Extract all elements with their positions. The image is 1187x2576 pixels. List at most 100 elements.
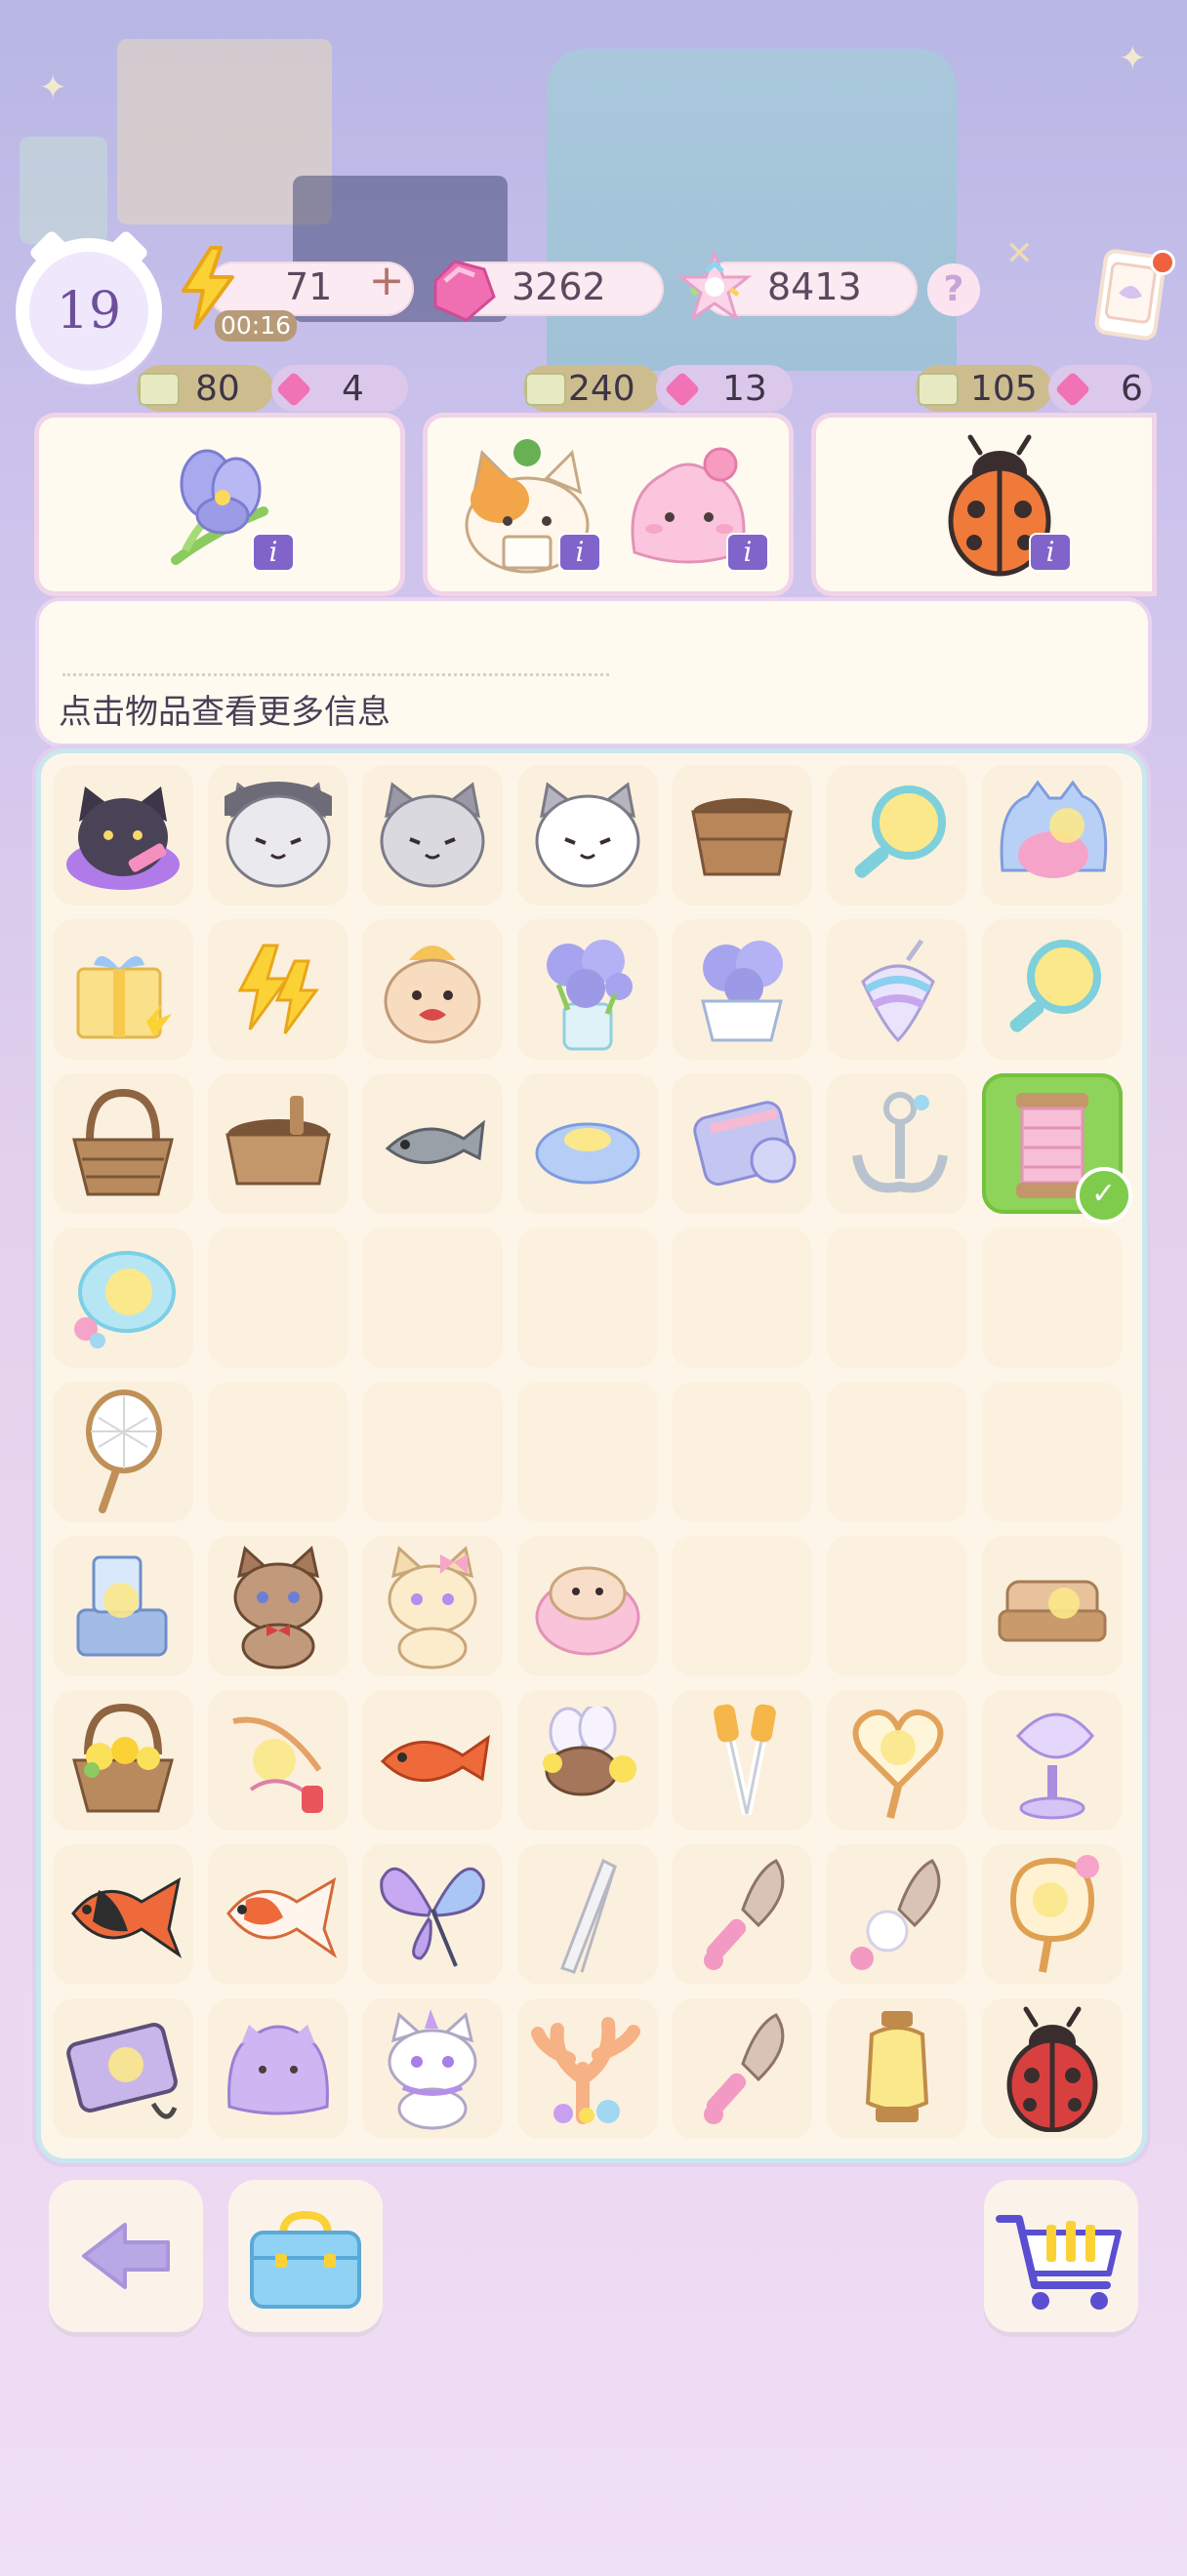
board-cell[interactable] — [207, 1536, 348, 1676]
board-cell-empty[interactable] — [516, 1382, 658, 1522]
pink-mochi-icon — [529, 1552, 646, 1660]
gem-icon — [433, 260, 496, 322]
iris-vase-icon — [529, 926, 646, 1053]
board-cell[interactable] — [53, 1382, 193, 1522]
info-icon[interactable]: i — [558, 533, 601, 572]
board-cell[interactable] — [362, 1844, 504, 1985]
board-cell[interactable] — [516, 1844, 658, 1985]
order-card[interactable]: i — [816, 418, 1152, 591]
shop-button[interactable] — [984, 2180, 1138, 2332]
back-arrow-icon — [82, 2223, 170, 2289]
board-cell[interactable] — [362, 765, 504, 906]
gray-fish-icon — [374, 1100, 491, 1187]
board-cell[interactable] — [53, 1844, 193, 1985]
board-cell[interactable] — [516, 765, 658, 906]
board-cell[interactable] — [516, 919, 658, 1060]
board-cell[interactable] — [981, 1690, 1123, 1831]
board-cell[interactable] — [207, 919, 348, 1060]
magnifier-glowing-icon — [994, 936, 1111, 1043]
board-cell[interactable] — [53, 1536, 193, 1676]
cream-cat-bow-icon — [374, 1543, 491, 1670]
info-icon[interactable]: i — [726, 533, 769, 572]
fishing-rod-icon — [220, 1702, 337, 1819]
board-cell[interactable] — [672, 1998, 813, 2139]
board-cell[interactable] — [207, 1690, 348, 1831]
storage-button[interactable] — [228, 2180, 383, 2332]
board-cell[interactable] — [53, 1690, 193, 1831]
lightning-bolts-icon — [225, 936, 332, 1043]
board-cell[interactable] — [516, 1073, 658, 1214]
board-cell-empty[interactable] — [672, 1382, 813, 1522]
board-cell-empty[interactable] — [827, 1382, 967, 1522]
sky-dish-icon — [64, 1239, 182, 1356]
level-badge[interactable]: 19 — [16, 228, 162, 384]
brush-pompom-icon — [839, 1851, 956, 1978]
board-cell[interactable] — [516, 1536, 658, 1676]
info-icon[interactable]: i — [1029, 533, 1072, 572]
wicker-basket-icon — [64, 1085, 182, 1202]
board-cell[interactable] — [672, 1690, 813, 1831]
help-button[interactable]: ? — [927, 263, 980, 316]
gray-cat-dark-icon — [215, 777, 342, 894]
add-energy-button[interactable]: + — [367, 260, 406, 302]
board-cell-empty[interactable] — [516, 1228, 658, 1368]
board-cell[interactable] — [827, 765, 967, 906]
info-icon[interactable]: i — [252, 533, 295, 572]
board-cell[interactable] — [827, 1690, 967, 1831]
board-cell-empty[interactable] — [362, 1228, 504, 1368]
board-cell[interactable] — [827, 919, 967, 1060]
ladybug-icon — [999, 2005, 1106, 2132]
board-cell[interactable] — [362, 1690, 504, 1831]
board-cell[interactable] — [672, 919, 813, 1060]
board-cell-empty[interactable] — [207, 1382, 348, 1522]
board-cell[interactable] — [362, 919, 504, 1060]
order-3-gem-value: 6 — [1121, 369, 1143, 409]
board-cell[interactable] — [362, 1536, 504, 1676]
board-cell[interactable] — [981, 1844, 1123, 1985]
board-cell-empty[interactable] — [362, 1382, 504, 1522]
board-cell[interactable] — [53, 919, 193, 1060]
back-button[interactable] — [49, 2180, 203, 2332]
board-cell[interactable] — [362, 1998, 504, 2139]
board-cell[interactable] — [207, 1998, 348, 2139]
board-cell-empty[interactable] — [207, 1228, 348, 1368]
hamster-hat-icon — [374, 931, 491, 1048]
board-cell[interactable] — [207, 1073, 348, 1214]
board-cell[interactable] — [516, 1690, 658, 1831]
board-cell-empty[interactable] — [672, 1536, 813, 1676]
board-cell[interactable] — [53, 765, 193, 906]
goldfish-icon — [369, 1716, 496, 1804]
board-cell[interactable] — [981, 765, 1123, 906]
satellite-dish-icon — [999, 1697, 1106, 1824]
board-cell[interactable] — [672, 1073, 813, 1214]
board-cell[interactable] — [672, 1844, 813, 1985]
board-cell[interactable] — [827, 1844, 967, 1985]
board-cell[interactable] — [207, 1844, 348, 1985]
board-cell[interactable] — [207, 765, 348, 906]
energy-value: 71 — [285, 265, 333, 308]
board-cell-empty[interactable] — [827, 1228, 967, 1368]
board-cell[interactable] — [53, 1073, 193, 1214]
coral-icon — [524, 2010, 651, 2127]
board-cell[interactable] — [981, 919, 1123, 1060]
order-card[interactable]: i i — [428, 418, 789, 591]
board-cell[interactable] — [827, 1998, 967, 2139]
board-cell-empty[interactable] — [981, 1228, 1123, 1368]
gem-value: 3262 — [512, 265, 606, 308]
board-cell[interactable] — [362, 1073, 504, 1214]
order-card[interactable]: i — [39, 418, 400, 591]
board-cell[interactable] — [981, 1536, 1123, 1676]
board-cell-empty[interactable] — [827, 1536, 967, 1676]
board-cell[interactable] — [672, 765, 813, 906]
purple-jelly-icon — [220, 2015, 337, 2122]
board-cell[interactable]: ✓ — [981, 1073, 1132, 1224]
board-cell[interactable] — [516, 1998, 658, 2139]
storage-box-icon — [250, 2210, 361, 2309]
board-cell-empty[interactable] — [672, 1228, 813, 1368]
board-cell[interactable] — [981, 1998, 1123, 2139]
board-cell-empty[interactable] — [981, 1382, 1123, 1522]
shopping-cart-icon — [996, 2215, 1122, 2310]
board-cell[interactable] — [53, 1228, 193, 1368]
board-cell[interactable] — [53, 1998, 193, 2139]
board-cell[interactable] — [827, 1073, 967, 1214]
